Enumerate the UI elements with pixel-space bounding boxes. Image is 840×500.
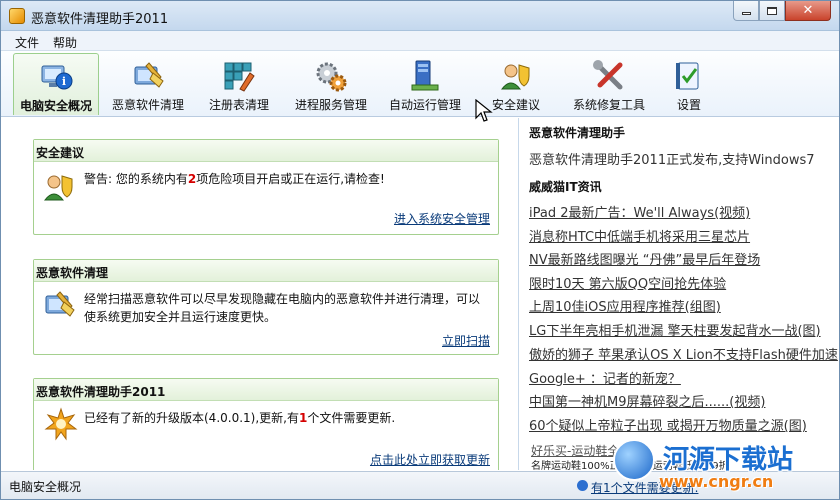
news-item[interactable]: LG下半年亮相手机泄漏 擎天柱要发起背水一战(图) bbox=[529, 320, 821, 339]
update-card-header: 恶意软件清理助手2011 bbox=[34, 379, 498, 401]
malware-clean-card: 恶意软件清理 经常扫描恶意软件可以尽早发现隐藏在电脑内的恶意软件并进行清理，可以… bbox=[33, 259, 499, 355]
update-star-icon bbox=[44, 407, 78, 441]
security-advice-card-title: 安全建议 bbox=[36, 146, 85, 160]
tab-settings-label: 设置 bbox=[676, 98, 701, 112]
news-heading: 威威猫IT资讯 bbox=[529, 180, 602, 194]
toolbar: i 电脑安全概况 恶意软件清理 注册表清理 进程服务管理 自动运行管理 安全建议… bbox=[1, 51, 839, 117]
danger-count: 2 bbox=[187, 172, 197, 186]
autorun-icon bbox=[411, 60, 439, 91]
minimize-button[interactable] bbox=[733, 1, 759, 21]
release-announcement[interactable]: 恶意软件清理助手2011正式发布,支持Windows7 bbox=[529, 149, 815, 168]
update-info-icon bbox=[577, 480, 588, 491]
close-button[interactable]: ✕ bbox=[785, 1, 831, 21]
malware-clean-description: 经常扫描恶意软件可以尽早发现隐藏在电脑内的恶意软件并进行清理，可以使系统更加安全… bbox=[84, 292, 481, 324]
product-heading: 恶意软件清理助手 bbox=[529, 126, 626, 140]
news-item[interactable]: 消息称HTC中低端手机将采用三星芯片 bbox=[529, 226, 750, 245]
maximize-button[interactable] bbox=[759, 1, 785, 21]
mouse-cursor-icon bbox=[475, 99, 493, 122]
update-info-text: 已经有了新的升级版本(4.0.0.1),更新,有1个文件需要更新. bbox=[84, 411, 396, 425]
watermark-logo-icon bbox=[613, 439, 655, 481]
menu-help[interactable]: 帮助 bbox=[53, 34, 77, 51]
pc-info-icon: i bbox=[41, 65, 73, 90]
tab-autorun[interactable]: 自动运行管理 bbox=[383, 53, 467, 115]
tab-repair-tools-label: 系统修复工具 bbox=[572, 98, 645, 112]
tab-repair-tools[interactable]: 系统修复工具 bbox=[567, 53, 651, 115]
news-item[interactable]: 限时10天 第六版QQ空间抢先体验 bbox=[529, 273, 726, 292]
maximize-icon bbox=[767, 6, 777, 15]
tab-autorun-label: 自动运行管理 bbox=[388, 98, 461, 112]
news-item[interactable]: iPad 2最新广告：We'll Always(视频) bbox=[529, 202, 750, 221]
tab-process-service-label: 进程服务管理 bbox=[294, 98, 367, 112]
tab-pc-overview-label: 电脑安全概况 bbox=[19, 99, 92, 113]
tab-process-service[interactable]: 进程服务管理 bbox=[289, 53, 373, 115]
news-item[interactable]: 中国第一神机M9屏幕碎裂之后......(视频) bbox=[529, 391, 765, 410]
get-update-link[interactable]: 点击此处立即获取更新 bbox=[370, 451, 490, 468]
tab-malware-clean[interactable]: 恶意软件清理 bbox=[105, 53, 191, 115]
content-area: 安全建议 警告: 您的系统内有2项危险项目开启或正在运行,请检查! 进入系统安全… bbox=[1, 118, 839, 470]
news-item[interactable]: Google+ ：记者的新宠？ bbox=[529, 368, 681, 387]
svg-text:i: i bbox=[62, 75, 66, 88]
malware-clean-card-title: 恶意软件清理 bbox=[36, 266, 109, 280]
security-user-icon bbox=[43, 175, 73, 201]
repair-tools-icon bbox=[593, 60, 623, 90]
tab-registry-clean[interactable]: 注册表清理 bbox=[199, 53, 279, 115]
malware-clean-card-header: 恶意软件清理 bbox=[34, 260, 498, 282]
news-panel: 恶意软件清理助手 恶意软件清理助手2011正式发布,支持Windows7 威威猫… bbox=[529, 118, 839, 470]
title-bar[interactable]: 恶意软件清理助手2011 ✕ bbox=[1, 1, 839, 31]
security-advice-card-header: 安全建议 bbox=[34, 140, 498, 162]
window-title: 恶意软件清理助手2011 bbox=[31, 12, 169, 27]
update-card-title: 恶意软件清理助手2011 bbox=[36, 385, 166, 399]
gears-icon bbox=[316, 62, 347, 92]
minimize-icon bbox=[741, 12, 751, 15]
watermark-url: www.cngr.cn bbox=[659, 472, 774, 491]
security-user-icon bbox=[500, 64, 530, 90]
news-item[interactable]: 上周10佳iOS应用程序推荐(组图) bbox=[529, 296, 721, 315]
security-advice-card: 安全建议 警告: 您的系统内有2项危险项目开启或正在运行,请检查! 进入系统安全… bbox=[33, 139, 499, 235]
update-card: 恶意软件清理助手2011 已经有了新的升级版本(4.0.0.1),更新,有1个文… bbox=[33, 378, 499, 470]
news-item[interactable]: 傲娇的狮子 苹果承认OS X Lion不支持Flash硬件加速 bbox=[529, 344, 838, 363]
settings-icon bbox=[676, 62, 699, 90]
site-watermark: 河源下载站 www.cngr.cn bbox=[613, 437, 839, 499]
watermark-name: 河源下载站 bbox=[663, 445, 794, 475]
app-icon bbox=[9, 8, 25, 24]
enter-security-management-link[interactable]: 进入系统安全管理 bbox=[394, 210, 490, 227]
scan-now-link[interactable]: 立即扫描 bbox=[442, 332, 490, 349]
security-warning-text: 警告: 您的系统内有2项危险项目开启或正在运行,请检查! bbox=[84, 172, 385, 186]
news-item[interactable]: 60个疑似上帝粒子出现 或揭开万物质量之源(图) bbox=[529, 415, 807, 434]
status-text: 电脑安全概况 bbox=[9, 480, 82, 494]
menu-file[interactable]: 文件 bbox=[15, 34, 39, 51]
tab-malware-clean-label: 恶意软件清理 bbox=[111, 98, 184, 112]
malware-clean-icon bbox=[134, 62, 164, 88]
tab-settings[interactable]: 设置 bbox=[661, 53, 717, 115]
tab-pc-overview[interactable]: i 电脑安全概况 bbox=[13, 53, 99, 115]
tab-registry-clean-label: 注册表清理 bbox=[208, 98, 269, 112]
menu-bar: 文件 帮助 bbox=[1, 31, 839, 51]
malware-clean-icon bbox=[45, 291, 75, 317]
registry-clean-icon bbox=[224, 62, 255, 92]
app-window: 恶意软件清理助手2011 ✕ 文件 帮助 i 电脑安全概况 恶意软件清理 注册表… bbox=[0, 0, 840, 500]
overview-panel[interactable]: 安全建议 警告: 您的系统内有2项危险项目开启或正在运行,请检查! 进入系统安全… bbox=[15, 118, 519, 470]
news-item[interactable]: NV最新路线图曝光 “丹佛”最早后年登场 bbox=[529, 249, 760, 268]
close-icon: ✕ bbox=[802, 3, 814, 18]
